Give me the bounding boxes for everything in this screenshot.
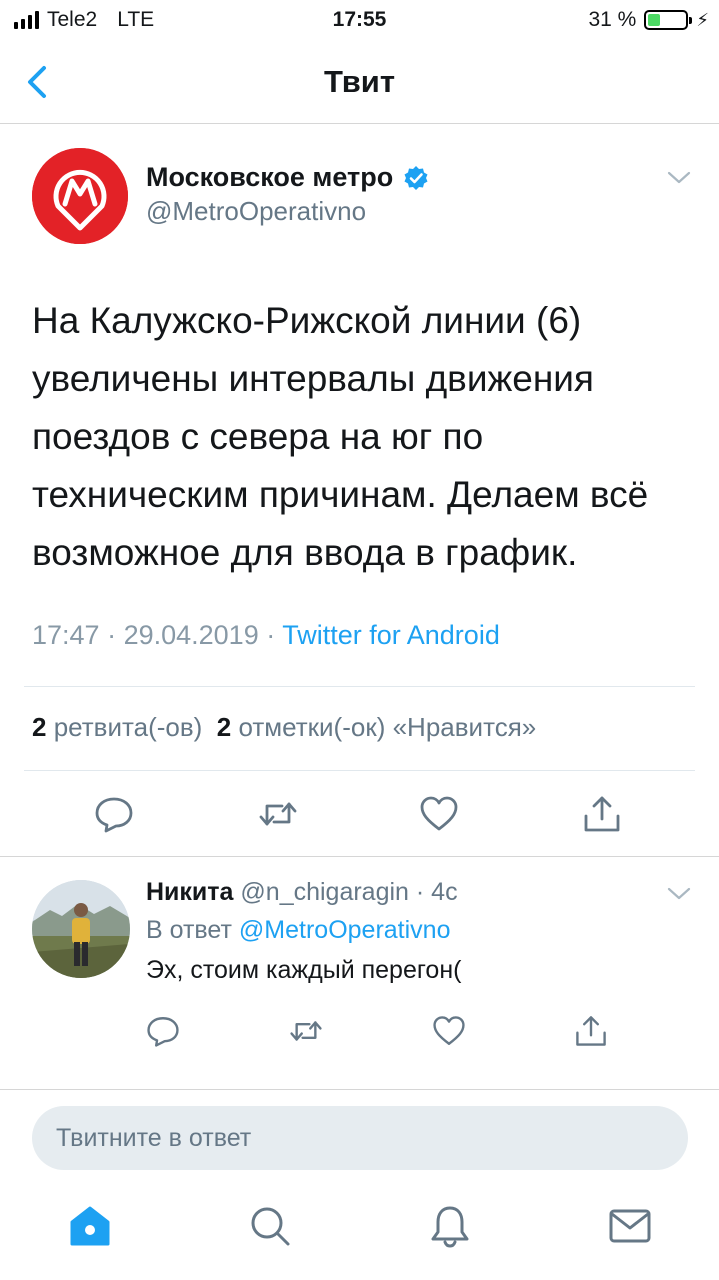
reply-text: Эх, стоим каждый перегон(: [146, 956, 462, 984]
reply-icon: [147, 1017, 179, 1047]
reply-author-handle[interactable]: @n_chigaragin: [240, 878, 409, 906]
battery-icon: [644, 10, 693, 30]
tab-home[interactable]: [68, 1204, 112, 1248]
battery-level: [648, 14, 660, 26]
share-icon: [584, 796, 620, 832]
tweet-actions: [0, 794, 719, 834]
reply-button[interactable]: [146, 1014, 180, 1048]
tweet-date: 29.04.2019: [123, 620, 259, 650]
retweet-button[interactable]: [258, 794, 298, 834]
status-right: 31 % ⚡︎: [588, 8, 709, 32]
metro-logo-icon: [32, 148, 128, 244]
reply-button[interactable]: [94, 794, 134, 834]
meta-separator: ·: [258, 620, 283, 650]
verified-badge-icon: [404, 165, 428, 190]
retweet-icon: [290, 1021, 322, 1041]
retweet-icon: [259, 802, 297, 826]
share-icon: [576, 1016, 606, 1046]
meta-separator: ·: [99, 620, 124, 650]
retweets-count: 2: [32, 712, 47, 742]
search-icon: [251, 1207, 290, 1246]
avatar[interactable]: [32, 148, 128, 244]
share-button[interactable]: [574, 1014, 608, 1048]
tweet-stats: 2 ретвита(-ов) 2 отметки(-ок) «Нравится»: [32, 712, 536, 743]
author-name[interactable]: Московское метро: [146, 162, 393, 193]
reply-to-handle-link[interactable]: @MetroOperativno: [239, 916, 451, 944]
reply-actions: [0, 1014, 719, 1048]
tweet-time: 17:47: [32, 620, 100, 650]
avatar[interactable]: [32, 880, 130, 978]
reply-compose-placeholder: Твитните в ответ: [56, 1123, 252, 1152]
reply-icon: [95, 797, 133, 833]
likes-count: 2: [216, 712, 232, 742]
likes-label: отметки(-ок) «Нравится»: [238, 712, 537, 742]
battery-percent: 31 %: [588, 8, 637, 31]
like-button[interactable]: [432, 1014, 466, 1048]
heart-icon: [420, 796, 458, 831]
page-title: Твит: [323, 64, 396, 99]
tweet-meta: 17:47 · 29.04.2019 · Twitter for Android: [32, 620, 500, 651]
tweet-text: На Калужско-Рижской линии (6) увеличены …: [32, 300, 649, 573]
tab-bar: [0, 1190, 719, 1280]
retweets-stat[interactable]: 2 ретвита(-ов): [32, 712, 202, 742]
reply-to-label: В ответ: [146, 916, 232, 944]
status-bar: Tele2 LTE 17:55 31 % ⚡︎: [0, 0, 719, 40]
like-button[interactable]: [419, 794, 459, 834]
meta-dot: ·: [408, 878, 432, 906]
divider: [24, 686, 695, 687]
reply-options-button[interactable]: [664, 884, 694, 904]
tweet-options-button[interactable]: [664, 168, 694, 188]
author-name-row: Московское метро: [146, 162, 429, 193]
divider: [0, 856, 719, 857]
home-icon: [70, 1206, 110, 1246]
user-avatar-photo: [32, 880, 130, 978]
retweet-button[interactable]: [289, 1014, 323, 1048]
mail-icon: [609, 1209, 651, 1243]
tab-messages[interactable]: [608, 1204, 652, 1248]
navigation-bar: Твит: [0, 40, 719, 124]
charging-icon: ⚡︎: [696, 9, 709, 30]
reply-to-line: В ответ @MetroOperativno: [146, 916, 450, 945]
bell-icon: [431, 1206, 469, 1248]
heart-icon: [433, 1016, 465, 1045]
tweet-source-link[interactable]: Twitter for Android: [282, 620, 500, 650]
divider: [0, 1089, 719, 1090]
retweets-label: ретвита(-ов): [53, 712, 203, 742]
chevron-down-icon: [667, 171, 691, 184]
reply-compose-input[interactable]: Твитните в ответ: [32, 1106, 688, 1170]
divider: [24, 770, 695, 771]
share-button[interactable]: [582, 794, 622, 834]
author-handle[interactable]: @MetroOperativno: [146, 196, 366, 227]
tab-notifications[interactable]: [428, 1204, 472, 1248]
reply-header: Никита @n_chigaragin · 4с: [146, 878, 458, 907]
tab-search[interactable]: [248, 1204, 292, 1248]
reply-author-name[interactable]: Никита: [146, 878, 233, 906]
reply-time: 4с: [431, 878, 458, 906]
chevron-down-icon: [667, 887, 691, 900]
likes-stat[interactable]: 2 отметки(-ок) «Нравится»: [217, 712, 536, 742]
